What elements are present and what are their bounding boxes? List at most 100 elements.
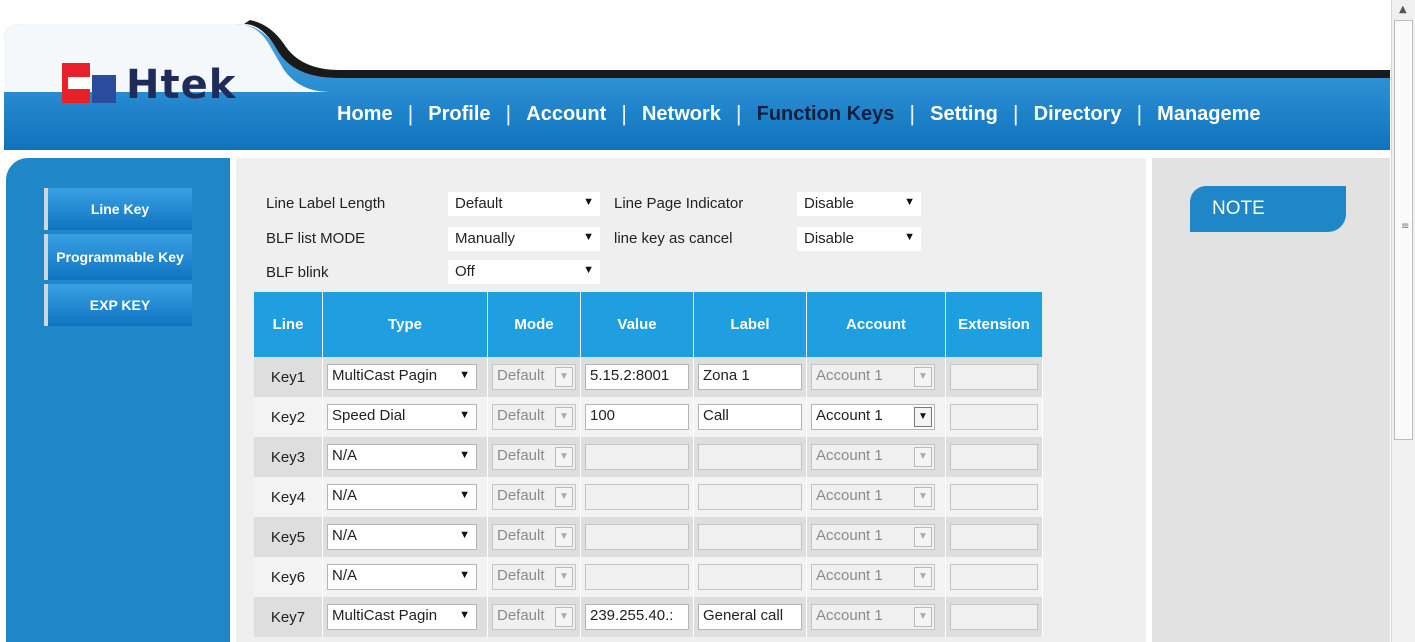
col-header-account: Account [806, 292, 946, 357]
nav-home[interactable]: Home [322, 103, 408, 126]
nav-directory[interactable]: Directory [1019, 103, 1137, 126]
account-select[interactable]: Account 1 ▼ [811, 564, 935, 590]
account-value: Account 1 [816, 607, 883, 624]
row-value-cell [580, 517, 694, 557]
type-select[interactable]: Speed Dial ▼ [327, 404, 477, 430]
chevron-down-icon: ▼ [583, 196, 594, 208]
label-input[interactable]: General call [698, 604, 802, 630]
mode-select[interactable]: Default ▼ [492, 604, 576, 630]
row-mode-cell: Default ▼ [487, 557, 581, 597]
grip-icon: ≡ [1401, 221, 1410, 232]
label-input[interactable]: Call [698, 404, 802, 430]
extension-input[interactable] [950, 564, 1038, 590]
nav-account[interactable]: Account [511, 103, 621, 126]
chevron-down-icon: ▼ [914, 487, 932, 507]
nav-profile[interactable]: Profile [413, 103, 505, 126]
extension-input[interactable] [950, 364, 1038, 390]
row-type-cell: MultiCast Pagin ▼ [322, 597, 488, 637]
value-text: 100 [590, 407, 616, 424]
account-select[interactable]: Account 1 ▼ [811, 524, 935, 550]
sidebar-item-line-key[interactable]: Line Key [44, 188, 192, 230]
scrollbar-thumb[interactable]: ≡ [1394, 20, 1413, 440]
type-value: Speed Dial [332, 407, 406, 424]
account-select[interactable]: Account 1 ▼ [811, 604, 935, 630]
account-select[interactable]: Account 1 ▼ [811, 444, 935, 470]
nav-network[interactable]: Network [627, 103, 736, 126]
value-input[interactable]: 5.15.2:8001 [585, 364, 689, 390]
row-value-cell [580, 437, 694, 477]
account-select[interactable]: Account 1 ▼ [811, 484, 935, 510]
extension-input[interactable] [950, 484, 1038, 510]
chevron-down-icon: ▼ [914, 447, 932, 467]
row-value-cell [580, 477, 694, 517]
mode-select[interactable]: Default ▼ [492, 484, 576, 510]
account-select[interactable]: Account 1 ▼ [811, 404, 935, 430]
extension-input[interactable] [950, 444, 1038, 470]
line-key-as-cancel-select[interactable]: Disable ▼ [797, 227, 921, 251]
mode-select[interactable]: Default ▼ [492, 444, 576, 470]
value-input[interactable]: 239.255.40.: [585, 604, 689, 630]
mode-select[interactable]: Default ▼ [492, 364, 576, 390]
row-label-cell [693, 477, 807, 517]
table-header-row: Line Type Mode Value Label Account Exten… [254, 292, 1043, 357]
extension-input[interactable] [950, 524, 1038, 550]
type-select[interactable]: N/A ▼ [327, 444, 477, 470]
mode-value: Default [497, 607, 545, 624]
value-input[interactable] [585, 524, 689, 550]
chevron-down-icon: ▼ [459, 529, 470, 541]
row-line: Key4 [254, 477, 323, 517]
mode-select[interactable]: Default ▼ [492, 524, 576, 550]
type-select[interactable]: MultiCast Pagin ▼ [327, 604, 477, 630]
type-select[interactable]: N/A ▼ [327, 564, 477, 590]
extension-input[interactable] [950, 404, 1038, 430]
label-input[interactable] [698, 564, 802, 590]
chevron-down-icon: ▼ [914, 607, 932, 627]
row-value-cell: 239.255.40.: [580, 597, 694, 637]
label-input[interactable]: Zona 1 [698, 364, 802, 390]
value-input[interactable] [585, 564, 689, 590]
label-input[interactable] [698, 484, 802, 510]
row-label-cell: Call [693, 397, 807, 437]
chevron-down-icon: ▼ [459, 369, 470, 381]
type-select[interactable]: N/A ▼ [327, 484, 477, 510]
mode-select[interactable]: Default ▼ [492, 564, 576, 590]
type-select[interactable]: N/A ▼ [327, 524, 477, 550]
note-title: NOTE [1190, 186, 1346, 232]
row-account-cell: Account 1 ▼ [806, 517, 946, 557]
nav-function-keys[interactable]: Function Keys [742, 103, 910, 126]
nav-management[interactable]: Manageme [1142, 103, 1275, 126]
value-input[interactable]: 100 [585, 404, 689, 430]
chevron-down-icon: ▼ [583, 264, 594, 276]
account-select[interactable]: Account 1 ▼ [811, 364, 935, 390]
row-value-cell: 5.15.2:8001 [580, 357, 694, 397]
mode-value: Default [497, 367, 545, 384]
page-scrollbar[interactable]: ▲ ≡ [1391, 0, 1415, 642]
chevron-down-icon: ▼ [459, 609, 470, 621]
row-extension-cell [945, 397, 1043, 437]
nav-setting[interactable]: Setting [915, 103, 1013, 126]
value-input[interactable] [585, 484, 689, 510]
line-page-indicator-select[interactable]: Disable ▼ [797, 192, 921, 216]
chevron-down-icon: ▼ [904, 231, 915, 243]
scroll-up-icon[interactable]: ▲ [1399, 4, 1407, 15]
extension-input[interactable] [950, 604, 1038, 630]
col-header-mode: Mode [487, 292, 581, 357]
logo-mark-icon [62, 63, 122, 107]
label-input[interactable] [698, 524, 802, 550]
col-header-extension: Extension [945, 292, 1043, 357]
chevron-down-icon: ▼ [914, 407, 932, 427]
row-line: Key2 [254, 397, 323, 437]
line-label-length-select[interactable]: Default ▼ [448, 192, 600, 216]
blf-list-mode-select[interactable]: Manually ▼ [448, 227, 600, 251]
sidebar-item-exp-key[interactable]: EXP KEY [44, 284, 192, 326]
type-select[interactable]: MultiCast Pagin ▼ [327, 364, 477, 390]
row-type-cell: N/A ▼ [322, 477, 488, 517]
sidebar-item-programmable-key[interactable]: Programmable Key [44, 234, 192, 280]
label-input[interactable] [698, 444, 802, 470]
value-input[interactable] [585, 444, 689, 470]
row-account-cell: Account 1 ▼ [806, 357, 946, 397]
type-value: N/A [332, 567, 358, 584]
table-row: Key7 MultiCast Pagin ▼ Default ▼ 239.255.40.:… [254, 597, 1043, 637]
mode-select[interactable]: Default ▼ [492, 404, 576, 430]
blf-blink-select[interactable]: Off ▼ [448, 260, 600, 284]
